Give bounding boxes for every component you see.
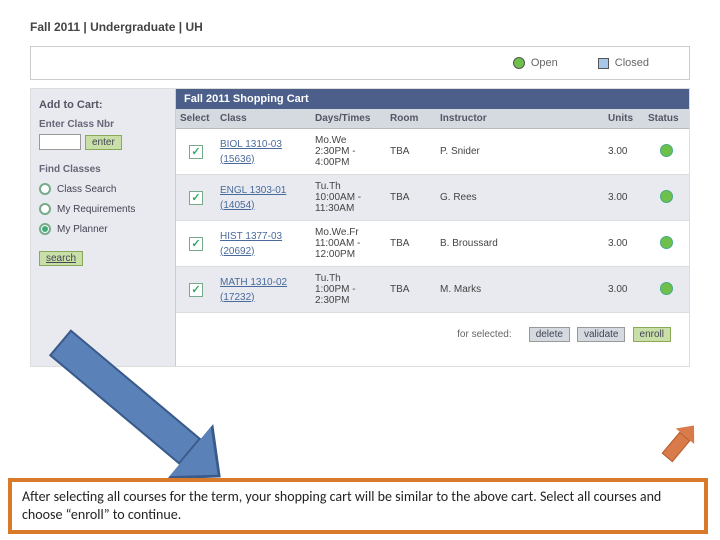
enter-class-nbr-label: Enter Class Nbr: [39, 119, 167, 130]
radio-my-planner[interactable]: My Planner: [39, 223, 167, 235]
room-cell: TBA: [386, 221, 436, 267]
select-checkbox[interactable]: ✓: [189, 191, 203, 205]
table-row: ✓ ENGL 1303-01(14054) Tu.Th 10:00AM - 11:3…: [176, 175, 689, 221]
legend-closed: Closed: [598, 57, 649, 69]
legend-open-label: Open: [531, 57, 558, 69]
select-checkbox[interactable]: ✓: [189, 283, 203, 297]
instructor-cell: B. Broussard: [436, 221, 604, 267]
days-cell: Tu.Th 10:00AM - 11:30AM: [311, 175, 386, 221]
class-link[interactable]: MATH 1310-02(17232): [220, 277, 287, 303]
radio-icon: [39, 183, 51, 195]
instructor-cell: G. Rees: [436, 175, 604, 221]
legend-closed-label: Closed: [615, 57, 649, 69]
validate-button[interactable]: validate: [577, 327, 625, 342]
open-status-icon: [660, 236, 673, 249]
instructor-cell: M. Marks: [436, 267, 604, 313]
table-row: ✓ MATH 1310-02(17232) Tu.Th 1:00PM - 2:30P…: [176, 267, 689, 313]
room-cell: TBA: [386, 267, 436, 313]
select-checkbox[interactable]: ✓: [189, 237, 203, 251]
col-room: Room: [386, 109, 436, 129]
units-cell: 3.00: [604, 129, 644, 175]
search-button[interactable]: search: [39, 251, 83, 266]
radio-icon: [39, 223, 51, 235]
main-panel: Add to Cart: Enter Class Nbr enter Find …: [30, 88, 690, 367]
annotation-arrow-small: [662, 432, 691, 462]
radio-label: Class Search: [57, 184, 116, 195]
open-status-icon: [660, 190, 673, 203]
find-classes-label: Find Classes: [39, 164, 167, 175]
actions-row: for selected: delete validate enroll: [176, 313, 689, 366]
legend-open: Open: [513, 57, 558, 69]
room-cell: TBA: [386, 175, 436, 221]
for-selected-label: for selected:: [457, 329, 511, 340]
closed-status-icon: [598, 58, 609, 69]
col-units: Units: [604, 109, 644, 129]
days-cell: Tu.Th 1:00PM - 2:30PM: [311, 267, 386, 313]
legend-box: Open Closed: [30, 46, 690, 80]
col-status: Status: [644, 109, 689, 129]
enter-button[interactable]: enter: [85, 135, 122, 150]
days-cell: Mo.We 2:30PM - 4:00PM: [311, 129, 386, 175]
col-select: Select: [176, 109, 216, 129]
add-to-cart-label: Add to Cart:: [39, 99, 167, 111]
instructor-cell: P. Snider: [436, 129, 604, 175]
col-class: Class: [216, 109, 311, 129]
open-status-icon: [660, 282, 673, 295]
room-cell: TBA: [386, 129, 436, 175]
days-cell: Mo.We.Fr 11:00AM - 12:00PM: [311, 221, 386, 267]
radio-my-requirements[interactable]: My Requirements: [39, 203, 167, 215]
units-cell: 3.00: [604, 267, 644, 313]
content: Fall 2011 Shopping Cart Select Class Day…: [176, 89, 689, 366]
instruction-note: After selecting all courses for the term…: [8, 478, 708, 534]
enroll-button[interactable]: enroll: [633, 327, 671, 342]
open-status-icon: [513, 57, 525, 69]
class-nbr-input[interactable]: [39, 134, 81, 150]
radio-icon: [39, 203, 51, 215]
col-instructor: Instructor: [436, 109, 604, 129]
units-cell: 3.00: [604, 221, 644, 267]
class-link[interactable]: ENGL 1303-01(14054): [220, 185, 286, 211]
class-link[interactable]: HIST 1377-03(20692): [220, 231, 282, 257]
class-link[interactable]: BIOL 1310-03(15636): [220, 139, 282, 165]
col-days: Days/Times: [311, 109, 386, 129]
radio-label: My Planner: [57, 224, 108, 235]
sidebar: Add to Cart: Enter Class Nbr enter Find …: [31, 89, 176, 366]
table-row: ✓ HIST 1377-03(20692) Mo.We.Fr 11:00AM - 1…: [176, 221, 689, 267]
cart-title: Fall 2011 Shopping Cart: [176, 89, 689, 109]
radio-class-search[interactable]: Class Search: [39, 183, 167, 195]
units-cell: 3.00: [604, 175, 644, 221]
breadcrumb: Fall 2011 | Undergraduate | UH: [30, 20, 690, 34]
delete-button[interactable]: delete: [529, 327, 570, 342]
radio-label: My Requirements: [57, 204, 135, 215]
select-checkbox[interactable]: ✓: [189, 145, 203, 159]
table-row: ✓ BIOL 1310-03(15636) Mo.We 2:30PM - 4:00P…: [176, 129, 689, 175]
open-status-icon: [660, 144, 673, 157]
cart-table: Select Class Days/Times Room Instructor …: [176, 109, 689, 313]
